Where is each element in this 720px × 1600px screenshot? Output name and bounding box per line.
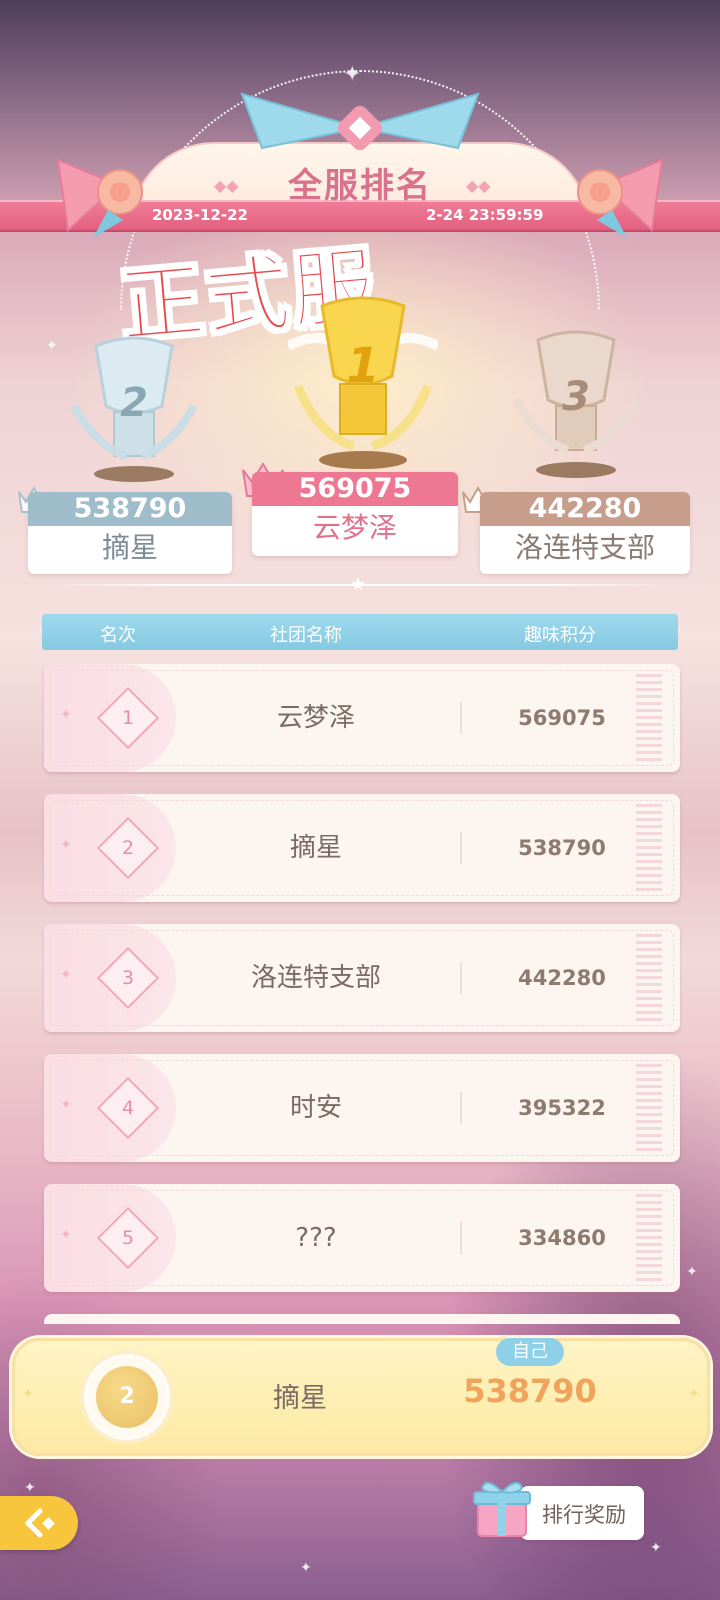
- column-separator: [460, 1222, 462, 1254]
- sparkle-decoration: ✦: [650, 1540, 662, 1556]
- ticket-edge-decoration: [636, 804, 662, 892]
- podium-second-club: 摘星: [101, 531, 158, 564]
- club-points: 395322: [518, 1096, 606, 1120]
- rank-number: 4: [121, 1097, 135, 1119]
- header-points: 趣味积分: [524, 625, 596, 646]
- rank-number: 2: [121, 837, 135, 859]
- column-separator: [460, 702, 462, 734]
- ticket-edge-decoration: [636, 674, 662, 762]
- club-points: 334860: [518, 1226, 606, 1250]
- sparkle-icon: ✦: [60, 1097, 72, 1113]
- self-points: 538790: [463, 1372, 597, 1410]
- self-club-name: 摘星: [273, 1383, 327, 1414]
- sparkle-icon: ✦: [60, 1227, 72, 1243]
- club-name: ???: [295, 1223, 337, 1253]
- svg-text:2: 2: [120, 380, 148, 426]
- table-row[interactable]: ✦ 4 时安 395322: [44, 1054, 680, 1162]
- ticket-edge-decoration: [636, 1194, 662, 1282]
- trophy-gold-icon: 1: [288, 296, 438, 469]
- sparkle-decoration: ✦: [686, 1264, 698, 1280]
- bow-top-icon: [240, 92, 480, 151]
- back-arrow-icon: [25, 1508, 55, 1538]
- ranking-rewards-label[interactable]: 排行奖励: [542, 1499, 642, 1529]
- table-row[interactable]: ✦ 2 摘星 538790: [44, 794, 680, 902]
- sparkle-icon: ✦: [60, 707, 72, 723]
- column-separator: [460, 1092, 462, 1124]
- podium-first-club: 云梦泽: [312, 511, 397, 544]
- table-row[interactable]: ✦ 5 ??? 334860: [44, 1184, 680, 1292]
- sparkle-icon: ✦: [22, 1386, 34, 1402]
- diamond-icon: ◆◆: [214, 176, 239, 195]
- rank-number: 1: [121, 707, 135, 729]
- sparkle-icon: ✦: [60, 837, 72, 853]
- star-icon: ✦: [343, 62, 362, 87]
- podium-first-score: 569075: [252, 472, 458, 506]
- club-name: 洛连特支部: [250, 963, 381, 993]
- gift-box-icon[interactable]: [468, 1474, 536, 1542]
- star-icon: ★: [350, 574, 367, 595]
- ticket-edge-decoration: [636, 1064, 662, 1152]
- header-club-name: 社团名称: [270, 625, 342, 646]
- sparkle-decoration: ✦: [46, 338, 58, 354]
- sparkle-decoration: ✦: [300, 1560, 312, 1576]
- self-rank-medal: 2: [96, 1366, 158, 1428]
- rank-number: 3: [121, 967, 135, 989]
- club-points: 569075: [518, 706, 606, 730]
- table-row[interactable]: ✦ 1 云梦泽 569075: [44, 664, 680, 772]
- podium-first: 569075 云梦泽: [252, 472, 458, 556]
- self-tag: 自己: [496, 1338, 564, 1366]
- sparkle-icon: ✦: [60, 967, 72, 983]
- event-start-date: 2023-12-22: [152, 206, 248, 224]
- club-name: 时安: [289, 1093, 342, 1123]
- table-row[interactable]: ✦ 3 洛连特支部 442280: [44, 924, 680, 1032]
- trophy-bronze-icon: 3: [512, 330, 640, 478]
- table-header: 名次 社团名称 趣味积分: [42, 614, 678, 650]
- sparkle-icon: ✦: [688, 1386, 700, 1402]
- svg-text:1: 1: [346, 338, 379, 394]
- podium-third-club: 洛连特支部: [514, 531, 655, 564]
- svg-text:3: 3: [562, 374, 590, 420]
- club-points: 538790: [518, 836, 606, 860]
- club-name: 云梦泽: [276, 703, 355, 733]
- bow-left-icon: [56, 158, 143, 238]
- club-points: 442280: [518, 966, 606, 990]
- podium-second: 538790 摘星: [28, 492, 232, 574]
- podium-second-score: 538790: [28, 492, 232, 526]
- page-title: 全服排名: [288, 166, 432, 206]
- sparkle-decoration: ✦: [24, 1480, 36, 1496]
- header-rank: 名次: [100, 625, 136, 646]
- podium-third: 442280 洛连特支部: [480, 492, 690, 574]
- table-row[interactable]: [44, 1314, 680, 1324]
- trophy-silver-icon: 2: [70, 336, 198, 482]
- ticket-edge-decoration: [636, 934, 662, 1022]
- column-separator: [460, 832, 462, 864]
- column-separator: [460, 962, 462, 994]
- bow-right-icon: [577, 158, 664, 238]
- podium-third-score: 442280: [480, 492, 690, 526]
- rank-number: 5: [121, 1227, 135, 1249]
- back-button[interactable]: [0, 1496, 78, 1550]
- club-name: 摘星: [289, 833, 342, 863]
